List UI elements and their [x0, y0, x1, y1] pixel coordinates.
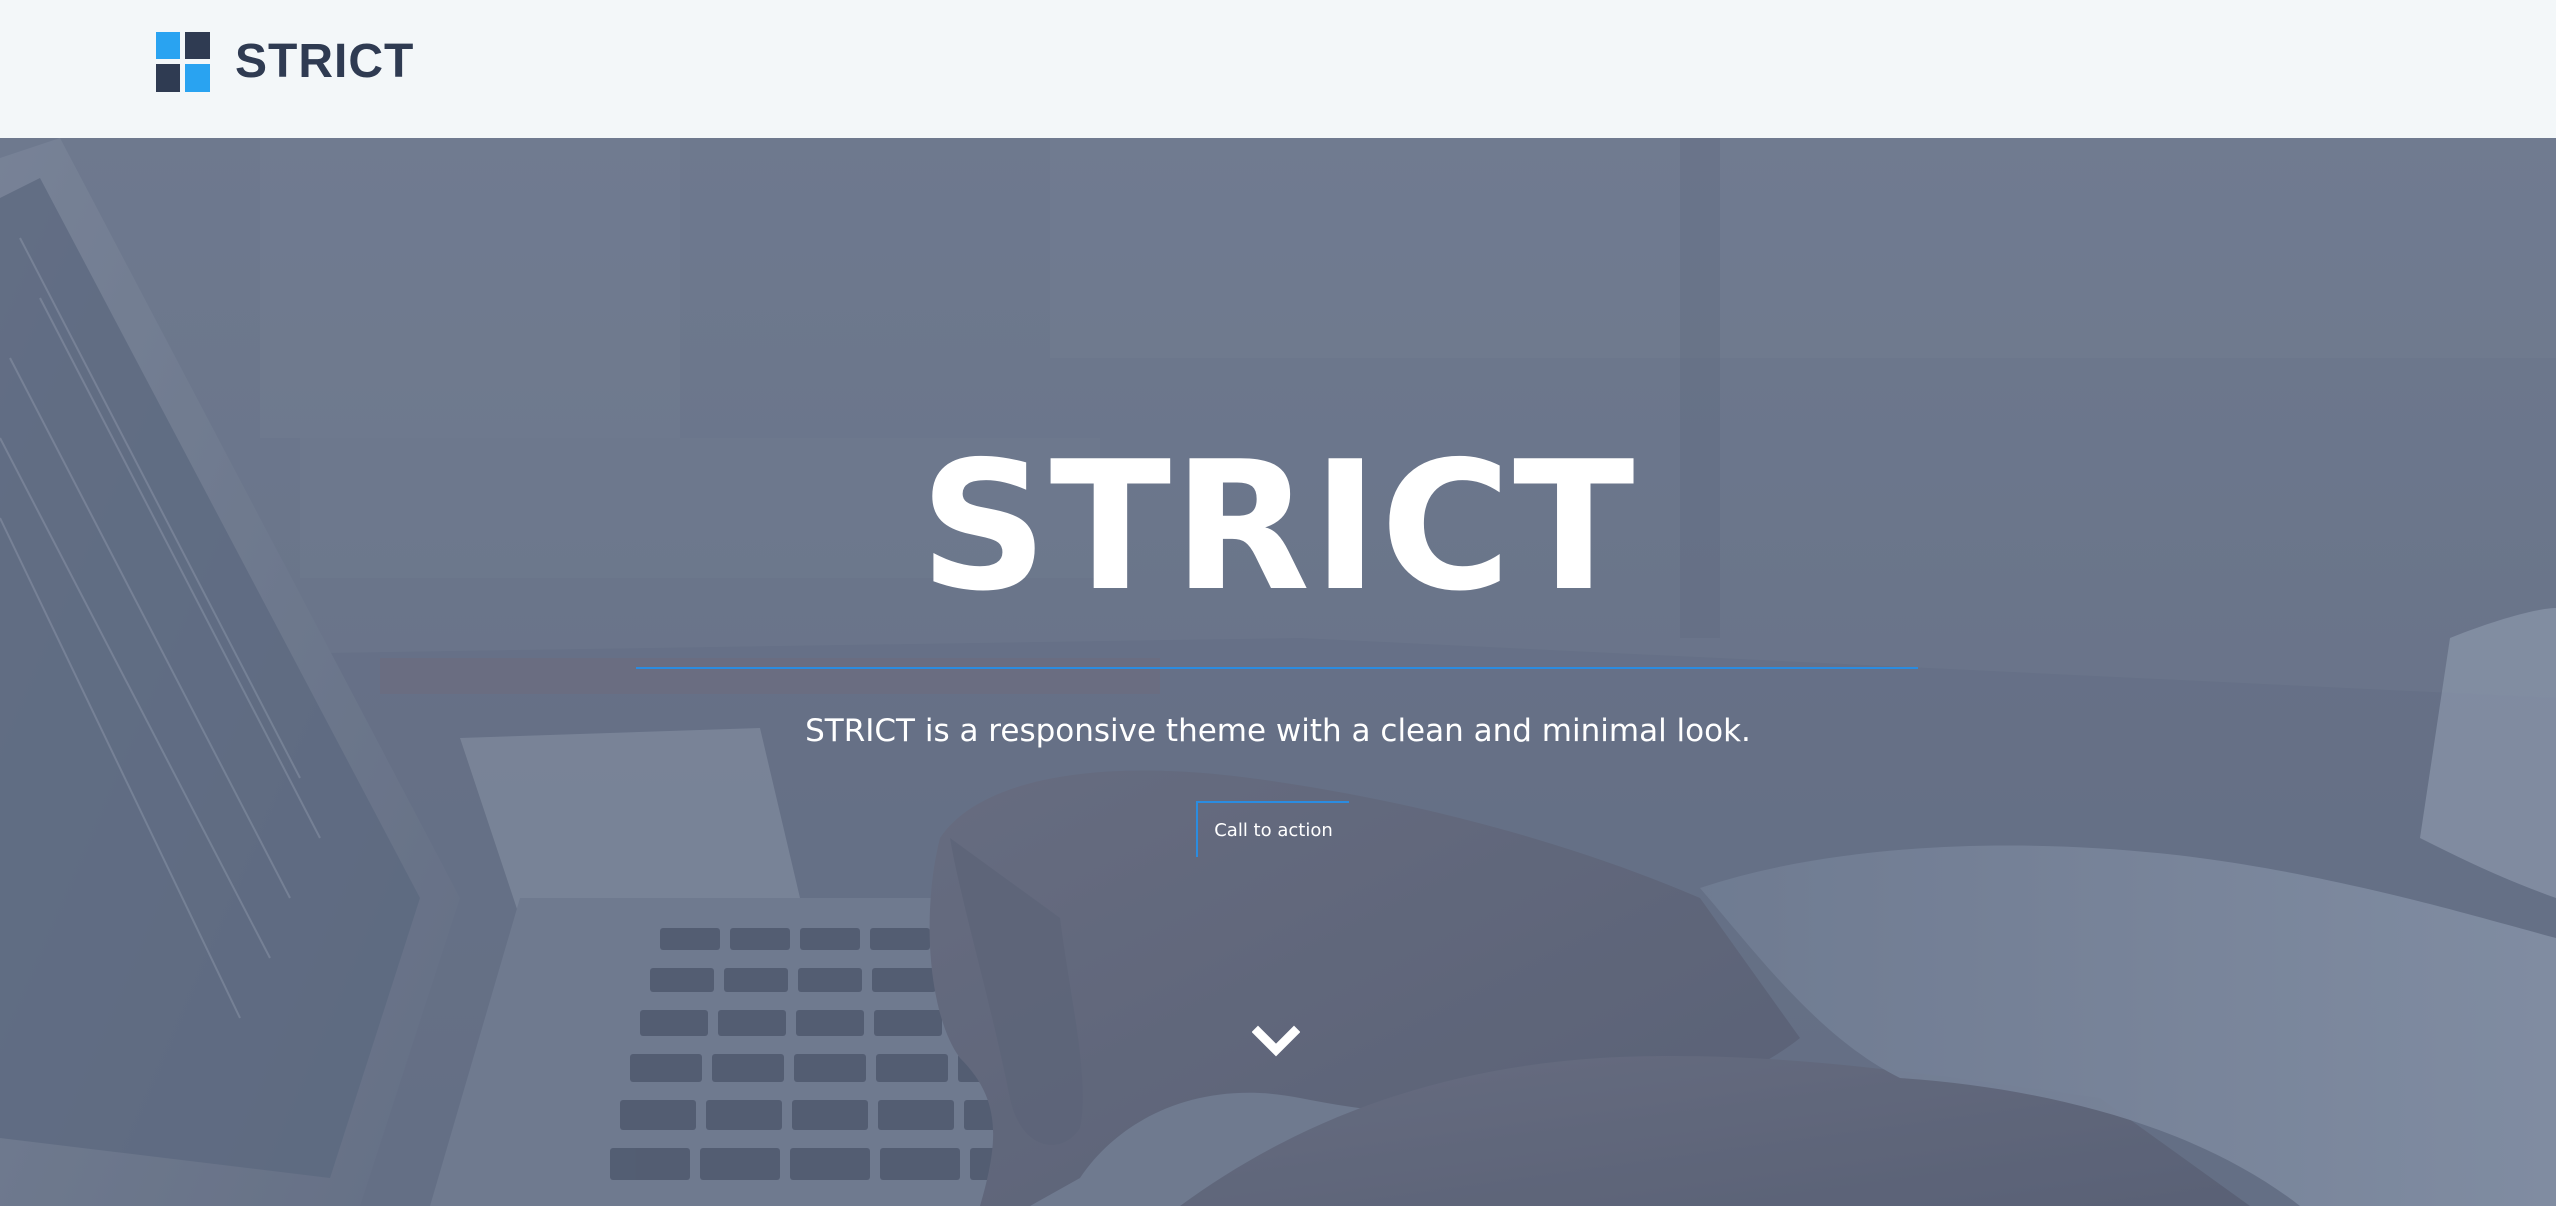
- site-header: STRICT: [0, 0, 2556, 138]
- call-to-action-button[interactable]: Call to action: [1196, 801, 1349, 857]
- call-to-action-label: Call to action: [1214, 819, 1333, 841]
- chevron-down-icon[interactable]: [1251, 1024, 1301, 1060]
- four-square-grid-icon: [156, 31, 211, 93]
- chevron-down-icon-glyph: [1251, 1025, 1301, 1057]
- logo-square-top-right: [185, 31, 210, 59]
- hero-section: STRICT STRICT is a responsive theme with…: [0, 138, 2556, 1206]
- brand-link[interactable]: STRICT: [156, 31, 414, 93]
- logo-square-top-left: [156, 31, 180, 59]
- brand-name: STRICT: [235, 35, 415, 88]
- logo-square-bottom-left: [156, 63, 180, 92]
- logo-square-bottom-right: [185, 63, 210, 92]
- hero-subtitle: STRICT is a responsive theme with a clea…: [805, 713, 1751, 749]
- hero-divider: [636, 667, 1918, 669]
- hero-title: STRICT: [919, 423, 1637, 630]
